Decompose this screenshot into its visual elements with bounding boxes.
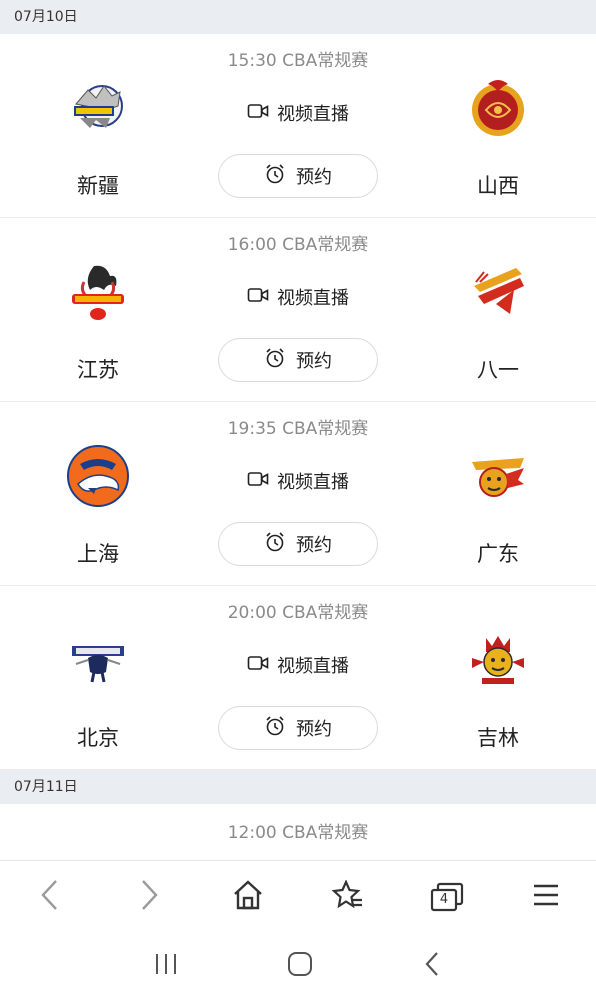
team-name: 新疆: [77, 174, 119, 198]
home-button[interactable]: [218, 867, 278, 927]
match-time: 12:00 CBA常规赛: [227, 823, 369, 843]
team-name: 山西: [477, 174, 519, 198]
match-card[interactable]: 12:00 CBA常规赛: [0, 804, 596, 854]
reserve-label: 预约: [296, 351, 332, 372]
forward-button[interactable]: [119, 867, 179, 927]
team-name: 江苏: [77, 358, 119, 382]
live-label: 视频直播: [277, 656, 349, 677]
tabs-icon: 4: [430, 882, 464, 912]
alarm-clock-icon: [264, 163, 286, 190]
live-label: 视频直播: [277, 288, 349, 309]
video-camera-icon: [247, 654, 269, 677]
team-name: 八一: [477, 358, 519, 382]
reserve-button[interactable]: 预约: [218, 522, 378, 566]
home-team[interactable]: 上海: [38, 444, 158, 568]
home-team[interactable]: 北京: [38, 628, 158, 752]
date-header: 07月10日: [0, 0, 596, 34]
team-name: 上海: [77, 542, 119, 566]
tabs-button[interactable]: 4: [417, 867, 477, 927]
video-camera-icon: [247, 470, 269, 493]
match-time: 15:30 CBA常规赛: [227, 51, 369, 71]
match-card[interactable]: 15:30 CBA常规赛 新疆 视频直播 预约 山西: [0, 34, 596, 218]
match-card[interactable]: 16:00 CBA常规赛 江苏 视频直播 预约 八一: [0, 218, 596, 402]
match-time: 16:00 CBA常规赛: [227, 235, 369, 255]
match-time: 20:00 CBA常规赛: [227, 603, 369, 623]
system-back-button[interactable]: [422, 951, 442, 981]
favorites-button[interactable]: [318, 867, 378, 927]
date-header: 07月11日: [0, 770, 596, 804]
away-team[interactable]: 广东: [438, 444, 558, 568]
guangdong-logo: [466, 444, 530, 508]
menu-button[interactable]: [516, 867, 576, 927]
away-team[interactable]: 吉林: [438, 628, 558, 752]
away-team[interactable]: 山西: [438, 76, 558, 200]
chevron-right-icon: [137, 878, 161, 916]
live-label: 视频直播: [277, 104, 349, 125]
jilin-logo: [466, 628, 530, 692]
alarm-clock-icon: [264, 715, 286, 742]
team-name: 北京: [77, 726, 119, 750]
match-card[interactable]: 19:35 CBA常规赛 上海 视频直播 预约 广东: [0, 402, 596, 586]
bayi-logo: [466, 260, 530, 324]
chevron-left-icon: [38, 878, 62, 916]
match-card[interactable]: 20:00 CBA常规赛 北京 视频直播 预约 吉林: [0, 586, 596, 770]
video-camera-icon: [247, 102, 269, 125]
reserve-label: 预约: [296, 719, 332, 740]
alarm-clock-icon: [264, 531, 286, 558]
system-nav-bar: [0, 932, 596, 1000]
reserve-button[interactable]: 预约: [218, 706, 378, 750]
reserve-button[interactable]: 预约: [218, 338, 378, 382]
reserve-label: 预约: [296, 535, 332, 556]
home-circle-button[interactable]: [287, 951, 313, 981]
menu-icon: [532, 883, 560, 911]
tabs-count: 4: [439, 892, 449, 907]
away-team[interactable]: 八一: [438, 260, 558, 384]
star-list-icon: [331, 879, 364, 914]
home-team[interactable]: 江苏: [38, 260, 158, 384]
back-button[interactable]: [20, 867, 80, 927]
browser-toolbar: 4: [0, 860, 596, 933]
shanxi-logo: [466, 76, 530, 140]
video-camera-icon: [247, 286, 269, 309]
alarm-clock-icon: [264, 347, 286, 374]
home-icon: [232, 880, 264, 914]
reserve-button[interactable]: 预约: [218, 154, 378, 198]
team-name: 吉林: [477, 726, 519, 750]
home-team[interactable]: 新疆: [38, 76, 158, 200]
live-label: 视频直播: [277, 472, 349, 493]
recent-apps-button[interactable]: [154, 953, 178, 979]
reserve-label: 预约: [296, 167, 332, 188]
match-time: 19:35 CBA常规赛: [227, 419, 369, 439]
team-name: 广东: [477, 542, 519, 566]
